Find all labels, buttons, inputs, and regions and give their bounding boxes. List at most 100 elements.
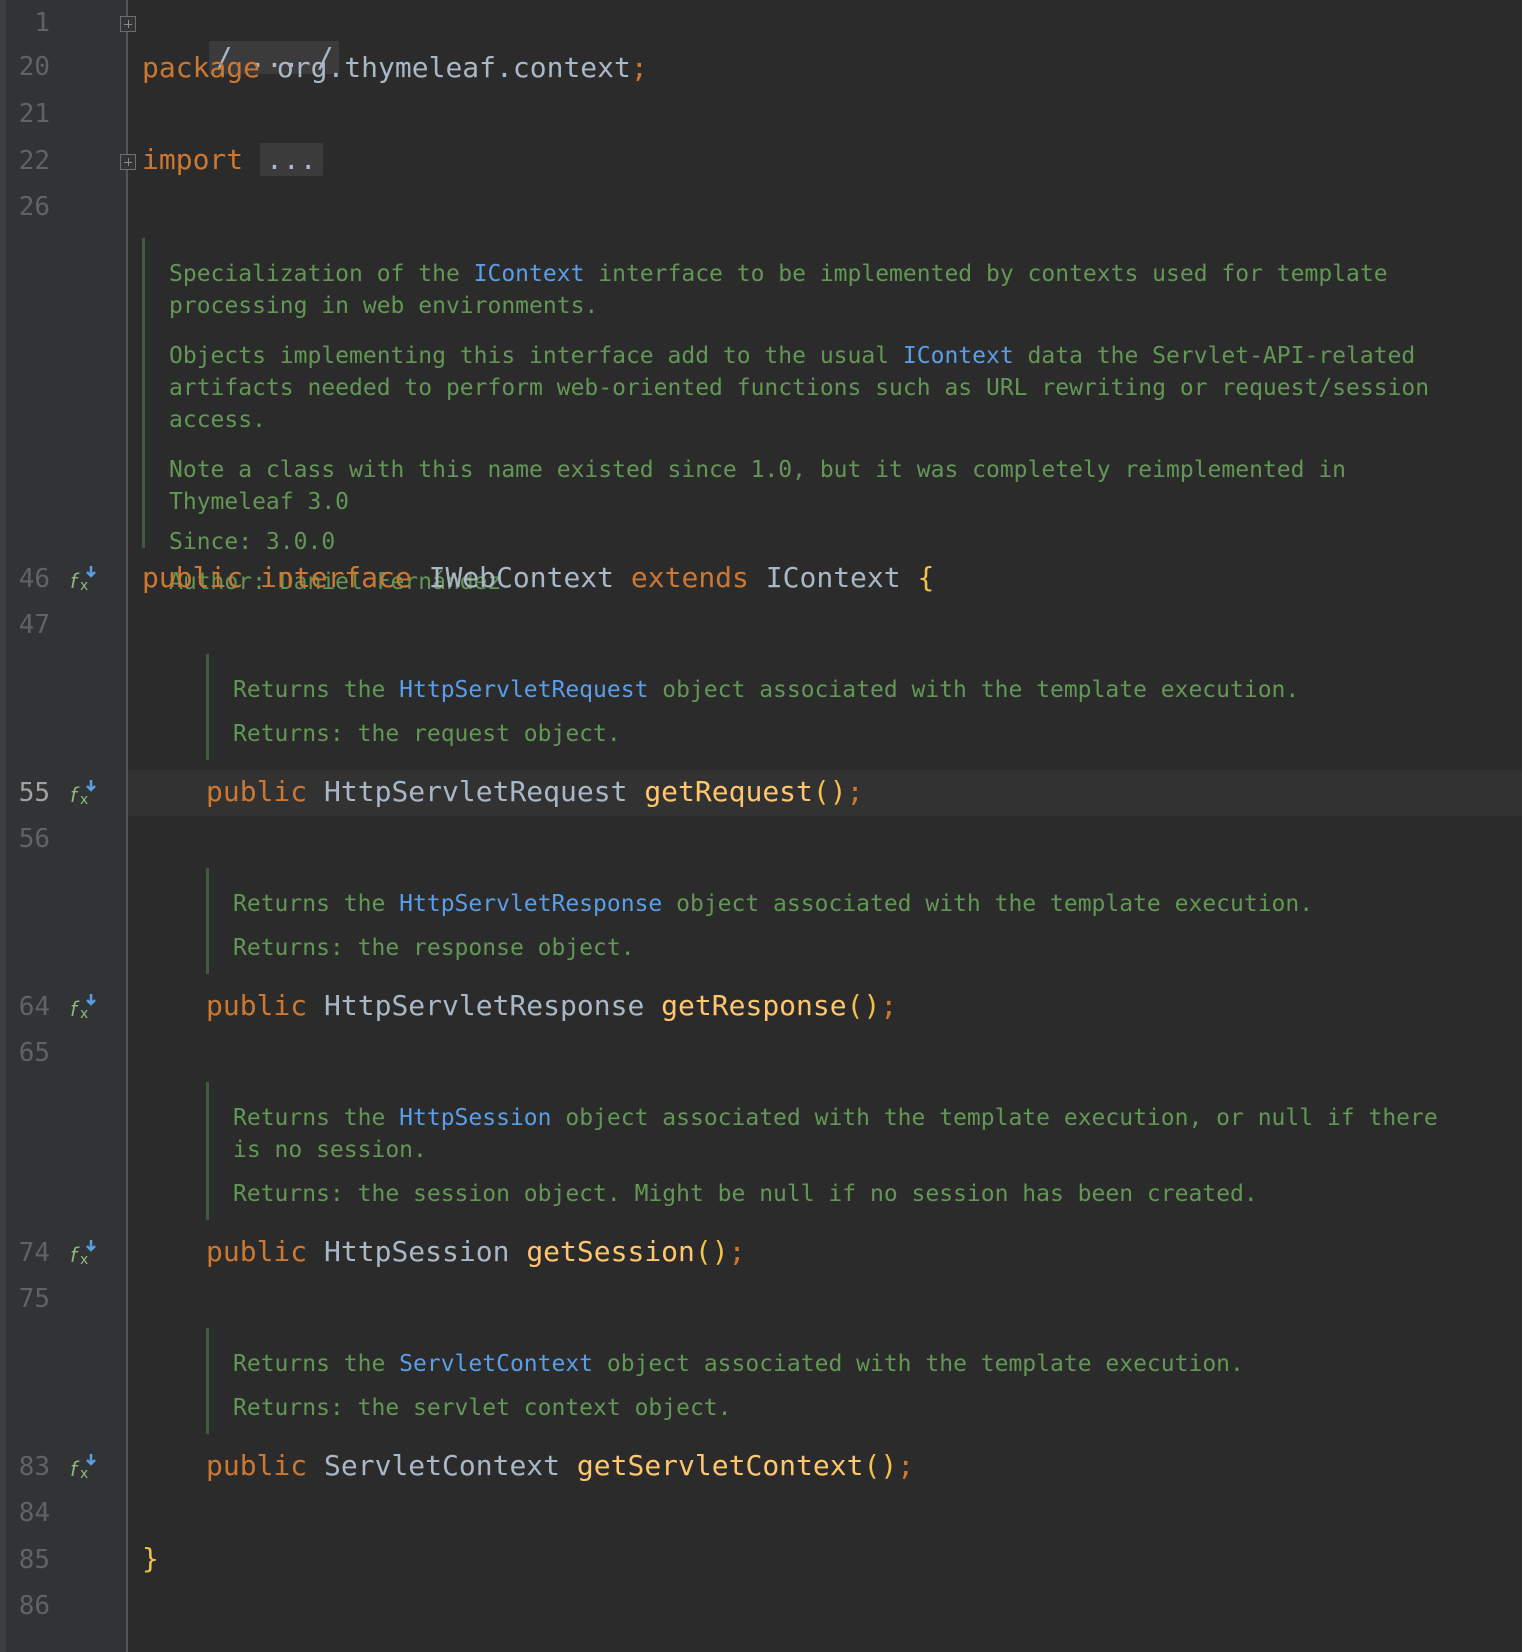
implements-method-icon[interactable]: f x (70, 992, 100, 1022)
svg-text:x: x (80, 1252, 88, 1268)
doc-text: object associated with the template exec… (593, 1351, 1244, 1377)
svg-text:f: f (70, 997, 80, 1021)
keyword-public: public (206, 1449, 308, 1482)
implements-method-icon[interactable]: f x (70, 564, 100, 594)
svg-text:x: x (80, 792, 88, 808)
line-number[interactable]: 47 (16, 610, 50, 640)
svg-text:x: x (80, 1466, 88, 1482)
svg-text:x: x (80, 578, 88, 594)
method-name: getServletContext (576, 1449, 864, 1482)
line-number[interactable]: 21 (16, 99, 50, 129)
code-line-85[interactable]: } (142, 1541, 159, 1577)
line-number[interactable]: 46 (16, 564, 50, 594)
doc-link-icontext[interactable]: IContext (474, 261, 585, 287)
doc-text: Specialization of the (169, 261, 474, 287)
parens: () (863, 1449, 898, 1482)
code-line-74[interactable]: public HttpSession getSession(); (206, 1234, 745, 1270)
semicolon: ; (880, 989, 898, 1022)
implements-method-icon[interactable]: f x (70, 1452, 100, 1482)
code-line-22[interactable]: import ... (142, 142, 323, 178)
class-javadoc: Specialization of the IContext interface… (142, 238, 1472, 595)
parent-interface-name: IContext (765, 561, 901, 594)
implements-method-icon[interactable]: f x (70, 1238, 100, 1268)
semicolon: ; (630, 51, 648, 84)
svg-text:x: x (80, 1006, 88, 1022)
code-line-46[interactable]: public interface IWebContext extends ICo… (142, 560, 934, 596)
keyword-public: public (206, 775, 308, 808)
editor-gutter[interactable]: 1 20 21 22 26 46 47 55 56 64 65 74 75 83… (0, 0, 128, 1652)
return-type: HttpServletResponse (324, 989, 645, 1022)
parens: () (846, 989, 881, 1022)
line-number[interactable]: 22 (16, 146, 50, 176)
fold-expand-icon[interactable] (120, 16, 136, 32)
doc-text: Returns the (233, 891, 400, 917)
line-number-active[interactable]: 55 (16, 778, 50, 808)
line-number[interactable]: 56 (16, 824, 50, 854)
implements-method-icon[interactable]: f x (70, 778, 100, 808)
line-number[interactable]: 86 (16, 1591, 50, 1621)
line-number[interactable]: 65 (16, 1038, 50, 1068)
line-number[interactable]: 74 (16, 1238, 50, 1268)
line-number[interactable]: 1 (16, 8, 50, 38)
doc-returns: Returns: the request object. (233, 721, 621, 747)
close-brace: } (142, 1542, 159, 1575)
return-type: ServletContext (324, 1449, 561, 1482)
get-response-javadoc: Returns the HttpServletResponse object a… (206, 868, 1466, 974)
doc-link-httpsession[interactable]: HttpSession (399, 1105, 551, 1131)
return-type: HttpServletRequest (324, 775, 628, 808)
keyword-interface: interface (260, 561, 412, 594)
keyword: import (142, 143, 244, 176)
code-line-55[interactable]: public HttpServletRequest getRequest(); (206, 774, 863, 810)
get-session-javadoc: Returns the HttpSession object associate… (206, 1082, 1466, 1220)
get-request-javadoc: Returns the HttpServletRequest object as… (206, 654, 1466, 760)
line-number[interactable]: 84 (16, 1498, 50, 1528)
doc-link-httpservletrequest[interactable]: HttpServletRequest (399, 677, 648, 703)
keyword-public: public (206, 989, 308, 1022)
doc-text: object associated with the template exec… (648, 677, 1300, 703)
keyword-public: public (206, 1235, 308, 1268)
semicolon: ; (728, 1235, 746, 1268)
doc-text: Returns the (233, 1351, 400, 1377)
line-number[interactable]: 64 (16, 992, 50, 1022)
svg-text:f: f (70, 1243, 80, 1267)
doc-text: Returns the (233, 677, 400, 703)
code-editor[interactable]: 1 20 21 22 26 46 47 55 56 64 65 74 75 83… (0, 0, 1522, 1652)
method-name: getRequest (644, 775, 813, 808)
method-name: getSession (526, 1235, 695, 1268)
doc-text: Returns the (233, 1105, 400, 1131)
doc-link-httpservletresponse[interactable]: HttpServletResponse (399, 891, 662, 917)
get-servlet-context-javadoc: Returns the ServletContext object associ… (206, 1328, 1466, 1434)
doc-since: Since: 3.0.0 (169, 529, 336, 555)
line-number[interactable]: 85 (16, 1545, 50, 1575)
line-number[interactable]: 83 (16, 1452, 50, 1482)
line-number[interactable]: 20 (16, 52, 50, 82)
line-number[interactable]: 75 (16, 1284, 50, 1314)
return-type: HttpSession (324, 1235, 510, 1268)
package-name: org.thymeleaf.context (276, 51, 631, 84)
keyword: package (142, 51, 261, 84)
doc-returns: Returns: the response object. (233, 935, 635, 961)
svg-text:f: f (70, 783, 80, 807)
doc-note: Note a class with this name existed sinc… (169, 457, 1347, 515)
semicolon: ; (897, 1449, 915, 1482)
code-line-64[interactable]: public HttpServletResponse getResponse()… (206, 988, 897, 1024)
svg-text:f: f (70, 1457, 80, 1481)
method-name: getResponse (661, 989, 847, 1022)
keyword-extends: extends (630, 561, 749, 594)
doc-link-icontext[interactable]: IContext (903, 343, 1014, 369)
semicolon: ; (846, 775, 864, 808)
parens: () (812, 775, 847, 808)
interface-name: IWebContext (428, 561, 615, 594)
line-number[interactable]: 26 (16, 192, 50, 222)
open-brace: { (917, 561, 935, 594)
code-line-83[interactable]: public ServletContext getServletContext(… (206, 1448, 914, 1484)
keyword-public: public (142, 561, 244, 594)
fold-expand-icon[interactable] (120, 154, 136, 170)
folded-imports[interactable]: ... (260, 143, 323, 176)
doc-link-servletcontext[interactable]: ServletContext (399, 1351, 593, 1377)
doc-returns: Returns: the session object. Might be nu… (233, 1181, 1258, 1207)
parens: () (694, 1235, 729, 1268)
code-line-20[interactable]: package org.thymeleaf.context; (142, 50, 648, 86)
svg-text:f: f (70, 569, 80, 593)
doc-text: object associated with the template exec… (662, 891, 1314, 917)
